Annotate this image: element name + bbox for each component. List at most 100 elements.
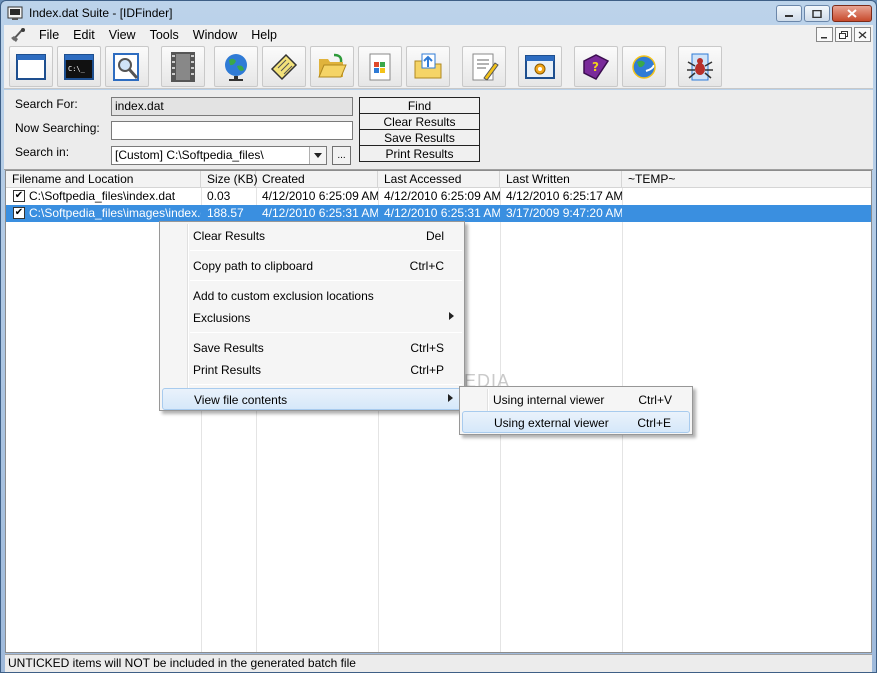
film-strip-icon [171, 51, 195, 82]
app-window: Index.dat Suite - [IDFinder] File Edit V… [0, 0, 877, 673]
folder-upload-button[interactable] [406, 46, 450, 87]
submenu-item-label: Using internal viewer [493, 393, 605, 407]
minimize-button[interactable] [776, 5, 802, 22]
maximize-button[interactable] [804, 5, 830, 22]
now-searching-field[interactable] [111, 121, 353, 140]
ctx-exclusions[interactable]: Exclusions [162, 307, 462, 329]
help-book-icon: ? [583, 53, 610, 80]
blank-window-icon [16, 53, 46, 80]
settings-window-button[interactable] [518, 46, 562, 87]
notepad-button[interactable] [262, 46, 306, 87]
menu-edit[interactable]: Edit [66, 28, 102, 42]
ctx-item-label: Add to custom exclusion locations [193, 289, 374, 303]
help-button[interactable]: ? [574, 46, 618, 87]
column-header-last-written[interactable]: Last Written [500, 171, 622, 188]
dropdown-button[interactable] [309, 147, 326, 164]
ctx-view-file-contents[interactable]: View file contents [162, 388, 462, 410]
browse-button[interactable]: ... [332, 146, 351, 165]
submenu-external-viewer[interactable]: Using external viewer Ctrl+E [462, 411, 690, 433]
cell-size: 0.03 [207, 189, 231, 203]
command-prompt-button[interactable]: C:\_ [57, 46, 101, 87]
clear-results-button[interactable]: Clear Results [359, 113, 480, 130]
menu-tools[interactable]: Tools [143, 28, 186, 42]
table-row[interactable]: ✔ C:\Softpedia_files\images\index.dat 18… [6, 205, 871, 222]
new-window-button[interactable] [9, 46, 53, 87]
menu-separator [190, 250, 462, 251]
command-prompt-icon: C:\_ [64, 53, 94, 80]
ctx-save-results[interactable]: Save Results Ctrl+S [162, 337, 462, 359]
column-header-size[interactable]: Size (KB) [201, 171, 258, 188]
table-row[interactable]: ✔ C:\Softpedia_files\index.dat 0.03 4/12… [6, 188, 871, 205]
mdi-close-button[interactable] [854, 27, 871, 42]
column-header-created[interactable]: Created [256, 171, 378, 188]
ctx-item-label: Save Results [193, 341, 264, 355]
cell-last-accessed: 4/12/2010 6:25:09 AM [384, 189, 500, 203]
menu-window[interactable]: Window [186, 28, 244, 42]
column-header-temp[interactable]: ~TEMP~ [622, 171, 871, 188]
menu-help[interactable]: Help [244, 28, 284, 42]
ctx-print-results[interactable]: Print Results Ctrl+P [162, 359, 462, 381]
status-bar: UNTICKED items will NOT be included in t… [5, 654, 872, 672]
context-menu: Clear Results Del Copy path to clipboard… [159, 221, 465, 411]
close-icon [847, 9, 857, 18]
submenu-item-shortcut: Ctrl+E [637, 416, 671, 430]
film-strip-button[interactable] [161, 46, 205, 87]
menu-view[interactable]: View [102, 28, 143, 42]
cell-temp [623, 205, 871, 222]
mdi-minimize-button[interactable] [816, 27, 833, 42]
minimize-icon [821, 36, 827, 38]
ctx-item-shortcut: Ctrl+P [410, 363, 444, 377]
folder-upload-icon [414, 53, 442, 78]
cell-last-written: 4/12/2010 6:25:17 AM [506, 189, 622, 203]
cell-created: 4/12/2010 6:25:09 AM [262, 189, 378, 203]
column-header-last-accessed[interactable]: Last Accessed [378, 171, 500, 188]
menu-file[interactable]: File [32, 28, 66, 42]
svg-text:?: ? [592, 60, 599, 74]
chevron-right-icon [449, 312, 454, 320]
save-results-button[interactable]: Save Results [359, 129, 480, 146]
minimize-icon [785, 14, 793, 17]
ctx-item-label: Print Results [193, 363, 262, 377]
cell-created: 4/12/2010 6:25:31 AM [262, 206, 378, 220]
column-header-filename[interactable]: Filename and Location [6, 171, 201, 188]
edit-list-button[interactable] [462, 46, 506, 87]
internet-explorer-icon [632, 54, 656, 79]
search-in-value: [Custom] C:\Softpedia_files\ [115, 148, 264, 162]
search-for-label: Search For: [15, 97, 78, 111]
cell-size: 188.57 [207, 206, 244, 220]
chevron-down-icon [314, 153, 322, 158]
find-button[interactable]: Find [359, 97, 480, 114]
submenu-internal-viewer[interactable]: Using internal viewer Ctrl+V [462, 389, 690, 411]
view-submenu: Using internal viewer Ctrl+V Using exter… [459, 386, 693, 435]
cell-last-accessed: 4/12/2010 6:25:31 AM [384, 206, 500, 220]
ctx-item-shortcut: Ctrl+S [410, 341, 444, 355]
title-bar[interactable]: Index.dat Suite - [IDFinder] [1, 1, 876, 25]
search-for-field[interactable]: index.dat [111, 97, 353, 116]
menu-separator [190, 384, 462, 385]
settings-window-icon [525, 54, 555, 79]
cell-filename: C:\Softpedia_files\images\index.dat [29, 206, 201, 220]
search-document-button[interactable] [105, 46, 149, 87]
window-controls [776, 5, 872, 22]
mdi-restore-button[interactable] [835, 27, 852, 42]
ctx-clear-results[interactable]: Clear Results Del [162, 225, 462, 247]
windows-document-icon [369, 53, 391, 80]
close-button[interactable] [832, 5, 872, 22]
internet-files-button[interactable] [214, 46, 258, 87]
globe-icon [225, 53, 247, 81]
ctx-add-exclusion[interactable]: Add to custom exclusion locations [162, 285, 462, 307]
print-results-button[interactable]: Print Results [359, 145, 480, 162]
internet-explorer-button[interactable] [622, 46, 666, 87]
ctx-copy-path[interactable]: Copy path to clipboard Ctrl+C [162, 255, 462, 277]
open-folder-button[interactable] [310, 46, 354, 87]
submenu-item-shortcut: Ctrl+V [638, 393, 672, 407]
spider-button[interactable] [678, 46, 722, 87]
search-panel: Search For: index.dat Now Searching: Sea… [4, 90, 873, 170]
windows-document-button[interactable] [358, 46, 402, 87]
app-icon [7, 6, 23, 20]
menu-separator [190, 280, 462, 281]
menu-bar: File Edit View Tools Window Help [4, 25, 873, 45]
mdi-controls [816, 27, 871, 42]
restore-icon [839, 30, 848, 39]
search-in-combobox[interactable]: [Custom] C:\Softpedia_files\ [111, 146, 327, 165]
